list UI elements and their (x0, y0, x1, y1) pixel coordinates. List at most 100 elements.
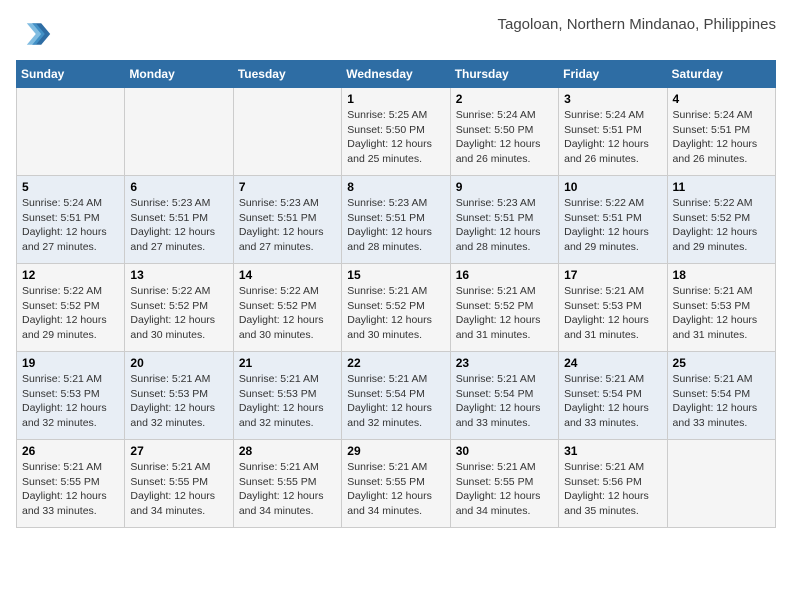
calendar-cell: 17Sunrise: 5:21 AMSunset: 5:53 PMDayligh… (559, 264, 667, 352)
calendar-cell: 20 Sunrise: 5:21 AMSunset: 5:53 PMDayligh… (125, 352, 233, 440)
week-row-2: 5 Sunrise: 5:24 AMSunset: 5:51 PMDaylight… (17, 176, 776, 264)
calendar-cell: 21 Sunrise: 5:21 AMSunset: 5:53 PMDayligh… (233, 352, 341, 440)
calendar-cell: 27 Sunrise: 5:21 AMSunset: 5:55 PMDayligh… (125, 440, 233, 528)
calendar-table: Sunday Monday Tuesday Wednesday Thursday… (16, 60, 776, 528)
day-number: 15 (347, 268, 444, 282)
calendar-cell: 4 Sunrise: 5:24 AMSunset: 5:51 PMDaylight… (667, 88, 775, 176)
col-tuesday: Tuesday (233, 61, 341, 88)
calendar-cell: 26Sunrise: 5:21 AMSunset: 5:55 PMDayligh… (17, 440, 125, 528)
day-number: 31 (564, 444, 661, 458)
day-number: 4 (673, 92, 770, 106)
day-number: 18 (673, 268, 770, 282)
calendar-cell: 29Sunrise: 5:21 AMSunset: 5:55 PMDayligh… (342, 440, 450, 528)
day-number: 7 (239, 180, 336, 194)
day-number: 6 (130, 180, 227, 194)
day-info: Sunrise: 5:21 AMSunset: 5:54 PMDaylight:… (673, 372, 770, 431)
col-wednesday: Wednesday (342, 61, 450, 88)
day-info: Sunrise: 5:21 AMSunset: 5:56 PMDaylight:… (564, 460, 661, 519)
day-info: Sunrise: 5:21 AMSunset: 5:53 PMDaylight:… (130, 372, 227, 431)
calendar-cell: 2 Sunrise: 5:24 AMSunset: 5:50 PMDaylight… (450, 88, 558, 176)
day-info: Sunrise: 5:21 AMSunset: 5:54 PMDaylight:… (456, 372, 553, 431)
day-info: Sunrise: 5:24 AMSunset: 5:51 PMDaylight:… (564, 108, 661, 167)
day-info: Sunrise: 5:22 AMSunset: 5:52 PMDaylight:… (130, 284, 227, 343)
calendar-cell: 1Sunrise: 5:25 AMSunset: 5:50 PMDaylight… (342, 88, 450, 176)
calendar-cell (17, 88, 125, 176)
calendar-cell (667, 440, 775, 528)
day-info: Sunrise: 5:22 AMSunset: 5:52 PMDaylight:… (239, 284, 336, 343)
calendar-cell: 23 Sunrise: 5:21 AMSunset: 5:54 PMDayligh… (450, 352, 558, 440)
day-number: 5 (22, 180, 119, 194)
week-row-5: 26 Sunrise: 5:21 AMSunset: 5:55 PMDayligh… (17, 440, 776, 528)
day-number: 27 (130, 444, 227, 458)
day-number: 21 (239, 356, 336, 370)
day-info: Sunrise: 5:22 AMSunset: 5:52 PMDaylight:… (673, 196, 770, 255)
day-info: Sunrise: 5:22 AMSunset: 5:51 PMDaylight:… (564, 196, 661, 255)
calendar-cell (233, 88, 341, 176)
day-number: 3 (564, 92, 661, 106)
calendar-cell: 14Sunrise: 5:22 AMSunset: 5:52 PMDayligh… (233, 264, 341, 352)
calendar-cell: 9Sunrise: 5:23 AMSunset: 5:51 PMDaylight… (450, 176, 558, 264)
day-info: Sunrise: 5:21 AMSunset: 5:53 PMDaylight:… (239, 372, 336, 431)
day-number: 11 (673, 180, 770, 194)
day-info: Sunrise: 5:23 AMSunset: 5:51 PMDaylight:… (347, 196, 444, 255)
day-number: 19 (22, 356, 119, 370)
calendar-cell: 7Sunrise: 5:23 AMSunset: 5:51 PMDaylight… (233, 176, 341, 264)
day-info: Sunrise: 5:21 AMSunset: 5:55 PMDaylight:… (239, 460, 336, 519)
location: Tagoloan, Northern Mindanao, Philippines (497, 16, 776, 33)
calendar-cell: 18 Sunrise: 5:21 AMSunset: 5:53 PMDayligh… (667, 264, 775, 352)
day-info: Sunrise: 5:21 AMSunset: 5:54 PMDaylight:… (564, 372, 661, 431)
day-number: 22 (347, 356, 444, 370)
day-info: Sunrise: 5:22 AMSunset: 5:52 PMDaylight:… (22, 284, 119, 343)
calendar-cell: 5 Sunrise: 5:24 AMSunset: 5:51 PMDaylight… (17, 176, 125, 264)
col-friday: Friday (559, 61, 667, 88)
day-number: 28 (239, 444, 336, 458)
calendar-cell: 13Sunrise: 5:22 AMSunset: 5:52 PMDayligh… (125, 264, 233, 352)
page-header: Tagoloan, Northern Mindanao, Philippines (16, 16, 776, 52)
calendar-cell: 19 Sunrise: 5:21 AMSunset: 5:53 PMDayligh… (17, 352, 125, 440)
calendar-cell: 10 Sunrise: 5:22 AMSunset: 5:51 PMDayligh… (559, 176, 667, 264)
day-info: Sunrise: 5:21 AMSunset: 5:52 PMDaylight:… (347, 284, 444, 343)
day-number: 20 (130, 356, 227, 370)
calendar-cell: 15 Sunrise: 5:21 AMSunset: 5:52 PMDayligh… (342, 264, 450, 352)
day-number: 9 (456, 180, 553, 194)
day-number: 8 (347, 180, 444, 194)
day-info: Sunrise: 5:21 AMSunset: 5:53 PMDaylight:… (564, 284, 661, 343)
logo-icon (16, 16, 52, 52)
day-info: Sunrise: 5:21 AMSunset: 5:55 PMDaylight:… (347, 460, 444, 519)
day-info: Sunrise: 5:21 AMSunset: 5:55 PMDaylight:… (130, 460, 227, 519)
calendar-cell: 30Sunrise: 5:21 AMSunset: 5:55 PMDayligh… (450, 440, 558, 528)
day-info: Sunrise: 5:24 AMSunset: 5:50 PMDaylight:… (456, 108, 553, 167)
calendar-header: Sunday Monday Tuesday Wednesday Thursday… (17, 61, 776, 88)
day-number: 2 (456, 92, 553, 106)
day-number: 10 (564, 180, 661, 194)
day-info: Sunrise: 5:23 AMSunset: 5:51 PMDaylight:… (130, 196, 227, 255)
calendar-cell: 28 Sunrise: 5:21 AMSunset: 5:55 PMDayligh… (233, 440, 341, 528)
day-number: 30 (456, 444, 553, 458)
col-monday: Monday (125, 61, 233, 88)
calendar-cell: 12Sunrise: 5:22 AMSunset: 5:52 PMDayligh… (17, 264, 125, 352)
calendar-cell (125, 88, 233, 176)
calendar-cell: 6 Sunrise: 5:23 AMSunset: 5:51 PMDaylight… (125, 176, 233, 264)
day-number: 24 (564, 356, 661, 370)
day-number: 25 (673, 356, 770, 370)
calendar-body: 1Sunrise: 5:25 AMSunset: 5:50 PMDaylight… (17, 88, 776, 528)
day-info: Sunrise: 5:24 AMSunset: 5:51 PMDaylight:… (673, 108, 770, 167)
header-row: Sunday Monday Tuesday Wednesday Thursday… (17, 61, 776, 88)
calendar-cell: 11 Sunrise: 5:22 AMSunset: 5:52 PMDayligh… (667, 176, 775, 264)
calendar-cell: 24 Sunrise: 5:21 AMSunset: 5:54 PMDayligh… (559, 352, 667, 440)
week-row-1: 1Sunrise: 5:25 AMSunset: 5:50 PMDaylight… (17, 88, 776, 176)
day-info: Sunrise: 5:21 AMSunset: 5:54 PMDaylight:… (347, 372, 444, 431)
calendar-cell: 25 Sunrise: 5:21 AMSunset: 5:54 PMDayligh… (667, 352, 775, 440)
day-info: Sunrise: 5:21 AMSunset: 5:53 PMDaylight:… (673, 284, 770, 343)
week-row-4: 19 Sunrise: 5:21 AMSunset: 5:53 PMDayligh… (17, 352, 776, 440)
col-saturday: Saturday (667, 61, 775, 88)
week-row-3: 12Sunrise: 5:22 AMSunset: 5:52 PMDayligh… (17, 264, 776, 352)
day-info: Sunrise: 5:21 AMSunset: 5:53 PMDaylight:… (22, 372, 119, 431)
calendar-cell: 22 Sunrise: 5:21 AMSunset: 5:54 PMDayligh… (342, 352, 450, 440)
day-info: Sunrise: 5:24 AMSunset: 5:51 PMDaylight:… (22, 196, 119, 255)
day-number: 26 (22, 444, 119, 458)
day-number: 23 (456, 356, 553, 370)
calendar-cell: 16 Sunrise: 5:21 AMSunset: 5:52 PMDayligh… (450, 264, 558, 352)
day-number: 16 (456, 268, 553, 282)
day-info: Sunrise: 5:21 AMSunset: 5:52 PMDaylight:… (456, 284, 553, 343)
